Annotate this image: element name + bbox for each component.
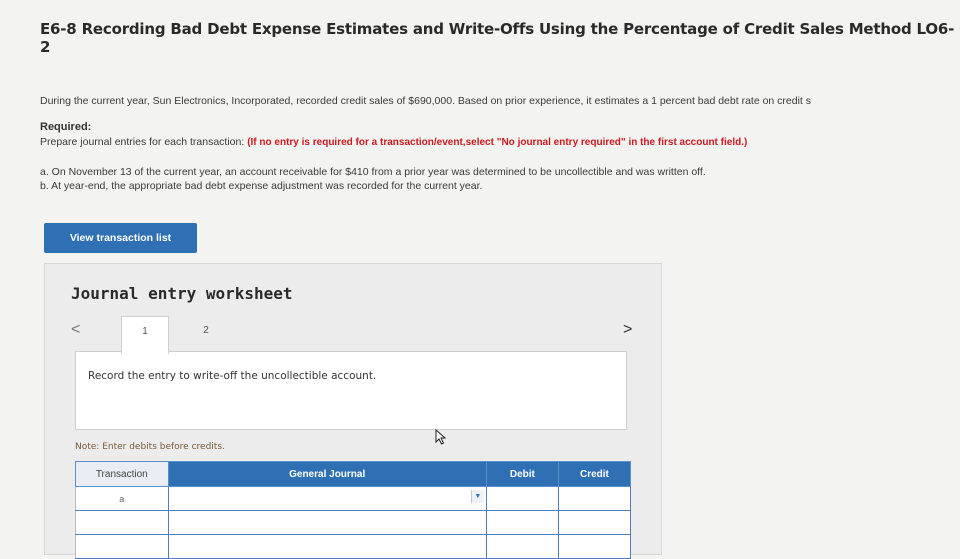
transaction-cell [75, 510, 169, 535]
tab-entry-2[interactable]: 2 [183, 316, 229, 350]
required-instructions: Prepare journal entries for each transac… [40, 136, 747, 148]
chevron-left-icon[interactable]: < [71, 321, 80, 339]
credit-input[interactable] [557, 534, 632, 559]
transaction-a-text: a. On November 13 of the current year, a… [40, 166, 706, 178]
header-debit: Debit [485, 461, 559, 487]
instruction-box: Record the entry to write-off the uncoll… [75, 351, 627, 430]
problem-title: E6-8 Recording Bad Debt Expense Estimate… [40, 20, 955, 56]
table-row [75, 534, 632, 559]
account-select[interactable] [167, 534, 487, 559]
journal-entry-worksheet: Journal entry worksheet < 1 2 > Record t… [44, 263, 662, 559]
debit-input[interactable] [485, 534, 559, 559]
view-transaction-list-button[interactable]: View transaction list [44, 223, 197, 253]
instruction-text: Record the entry to write-off the uncoll… [88, 370, 377, 382]
problem-intro: During the current year, Sun Electronics… [40, 95, 812, 107]
credit-input[interactable] [557, 486, 632, 511]
journal-table: Transaction General Journal Debit Credit… [75, 461, 632, 559]
dropdown-arrow-icon[interactable]: ▼ [470, 490, 484, 503]
debit-input[interactable] [485, 486, 559, 511]
account-select[interactable]: ▼ [167, 486, 487, 511]
transaction-cell [75, 534, 169, 559]
worksheet-title: Journal entry worksheet [71, 284, 293, 303]
transaction-cell: a [75, 486, 169, 511]
credit-input[interactable] [557, 510, 632, 535]
account-select[interactable] [167, 510, 487, 535]
chevron-right-icon[interactable]: > [623, 321, 632, 339]
header-general-journal: General Journal [167, 461, 487, 487]
required-text: Prepare journal entries for each transac… [40, 136, 245, 148]
table-row [75, 510, 632, 535]
table-row: a ▼ [75, 486, 632, 511]
debit-input[interactable] [485, 510, 559, 535]
header-credit: Credit [557, 461, 632, 487]
mouse-pointer-icon [435, 429, 447, 445]
required-label: Required: [40, 121, 92, 133]
header-transaction: Transaction [75, 461, 169, 487]
transaction-b-text: b. At year-end, the appropriate bad debt… [40, 180, 483, 192]
tab-entry-1[interactable]: 1 [121, 316, 169, 354]
required-note: (If no entry is required for a transacti… [247, 137, 748, 148]
debits-note: Note: Enter debits before credits. [75, 442, 225, 452]
